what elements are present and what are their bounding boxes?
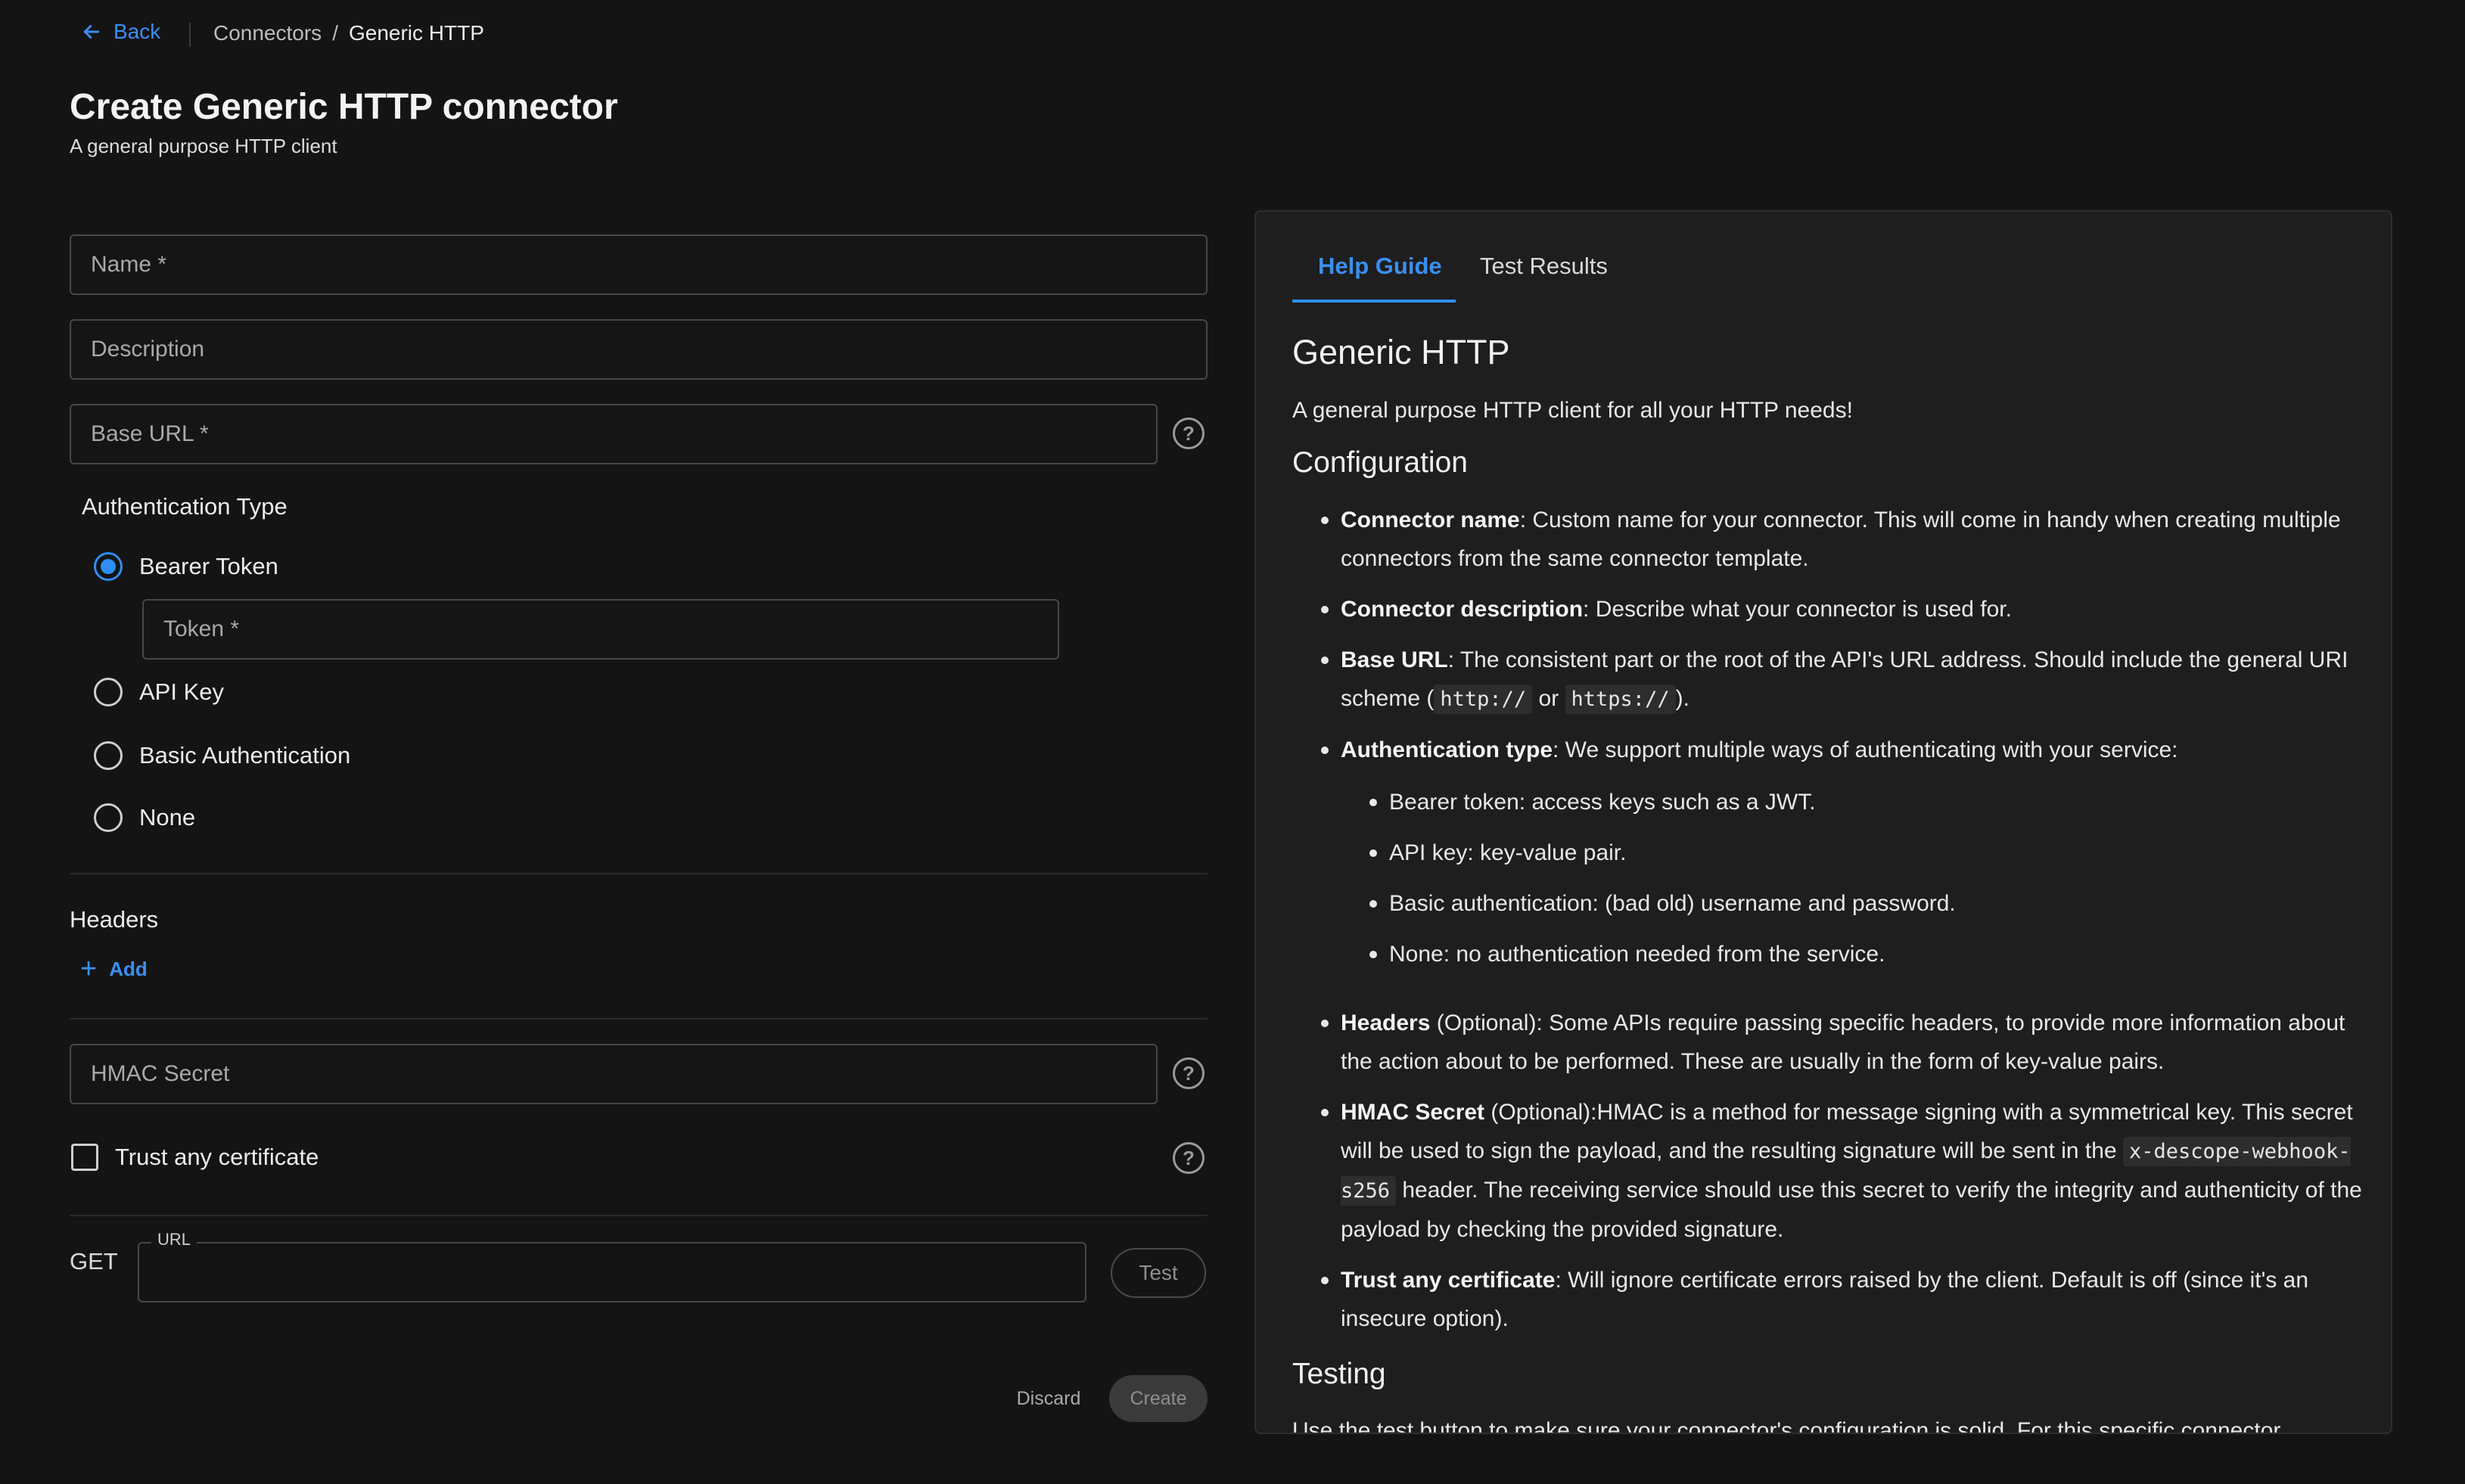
back-button[interactable]: Back (80, 20, 160, 44)
http-method: GET (70, 1248, 118, 1274)
add-label: Add (109, 957, 148, 980)
sub-list-item: Bearer token: access keys such as a JWT. (1341, 783, 2367, 821)
description-placeholder: Description (91, 337, 205, 362)
radio-bearer-token[interactable]: Bearer Token (94, 552, 278, 581)
hmac-placeholder: HMAC Secret (91, 1061, 230, 1086)
testing-heading: Testing (1292, 1358, 1386, 1390)
hmac-help-icon[interactable]: ? (1173, 1057, 1205, 1089)
breadcrumb-connectors[interactable]: Connectors (213, 21, 322, 45)
test-url-input[interactable] (138, 1242, 1086, 1302)
sub-list-item: Basic authentication: (bad old) username… (1341, 884, 2367, 923)
list-item: Headers (Optional): Some APIs require pa… (1292, 1004, 2367, 1081)
radio-basic-auth[interactable]: Basic Authentication (94, 741, 350, 770)
breadcrumb: Connectors / Generic HTTP (213, 21, 484, 45)
token-placeholder: Token * (163, 616, 240, 641)
radio-label: API Key (139, 678, 224, 705)
create-button[interactable]: Create (1109, 1375, 1208, 1422)
trust-certificate-checkbox[interactable]: Trust any certificate (71, 1144, 319, 1171)
config-heading: Configuration (1292, 446, 1468, 479)
name-placeholder: Name * (91, 252, 167, 277)
radio-selected-icon (94, 552, 123, 581)
breadcrumb-divider (189, 23, 191, 47)
list-item: Trust any certificate: Will ignore certi… (1292, 1261, 2367, 1338)
radio-label: Basic Authentication (139, 742, 351, 768)
sub-list-item: API key: key-value pair. (1341, 834, 2367, 872)
name-input[interactable]: Name * (70, 234, 1208, 295)
tab-test-results[interactable]: Test Results (1480, 253, 1608, 280)
divider (70, 1018, 1208, 1020)
page-title: Create Generic HTTP connector (70, 87, 618, 127)
test-button[interactable]: Test (1111, 1248, 1206, 1298)
help-intro: A general purpose HTTP client for all yo… (1292, 398, 1853, 423)
token-input[interactable]: Token * (142, 599, 1059, 660)
radio-label: Bearer Token (139, 553, 278, 579)
radio-unselected-icon (94, 741, 123, 770)
add-header-button[interactable]: + Add (80, 955, 148, 983)
radio-api-key[interactable]: API Key (94, 678, 224, 706)
hmac-secret-input[interactable]: HMAC Secret (70, 1044, 1158, 1104)
trust-cert-label: Trust any certificate (115, 1144, 319, 1170)
breadcrumb-current: Generic HTTP (348, 21, 484, 45)
base-url-placeholder: Base URL * (91, 421, 209, 446)
list-item: Authentication type: We support multiple… (1292, 731, 2367, 769)
list-item: HMAC Secret (Optional):HMAC is a method … (1292, 1093, 2367, 1249)
arrow-left-icon (83, 25, 100, 39)
radio-none[interactable]: None (94, 803, 195, 832)
radio-unselected-icon (94, 678, 123, 706)
radio-label: None (139, 804, 196, 830)
page-subtitle: A general purpose HTTP client (70, 135, 337, 157)
base-url-help-icon[interactable]: ? (1173, 418, 1205, 449)
trust-cert-help-icon[interactable]: ? (1173, 1142, 1205, 1174)
url-field-label: URL (151, 1230, 197, 1250)
checkbox-icon (71, 1144, 98, 1171)
plus-icon: + (80, 953, 98, 985)
help-content: Generic HTTP A general purpose HTTP clie… (1292, 333, 2367, 1434)
testing-text: Use the test button to make sure your co… (1292, 1418, 2281, 1434)
base-url-input[interactable]: Base URL * (70, 404, 1158, 464)
list-item: Connector description: Describe what you… (1292, 590, 2367, 629)
divider (70, 1215, 1208, 1216)
tab-help-guide[interactable]: Help Guide (1318, 253, 1442, 280)
help-panel: Help Guide Test Results Generic HTTP A g… (1254, 210, 2392, 1434)
discard-button[interactable]: Discard (1003, 1375, 1094, 1422)
help-heading: Generic HTTP (1292, 333, 1510, 371)
auth-type-label: Authentication Type (82, 493, 288, 520)
divider (70, 873, 1208, 874)
breadcrumb-separator: / (332, 21, 338, 45)
list-item: Connector name: Custom name for your con… (1292, 501, 2367, 578)
headers-label: Headers (70, 906, 159, 933)
list-item: Base URL: The consistent part or the roo… (1292, 641, 2367, 719)
active-tab-indicator (1292, 300, 1456, 303)
description-input[interactable]: Description (70, 319, 1208, 380)
back-label: Back (113, 20, 161, 43)
sub-list-item: None: no authentication needed from the … (1341, 935, 2367, 973)
radio-unselected-icon (94, 803, 123, 832)
